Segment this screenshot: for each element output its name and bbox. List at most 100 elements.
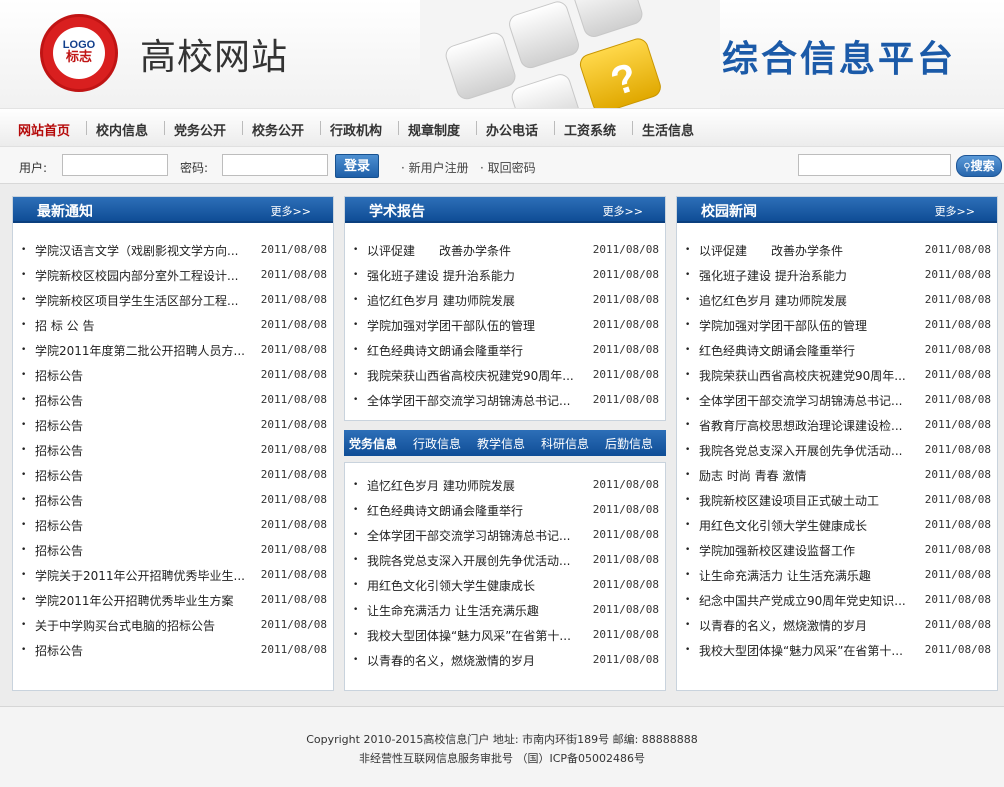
logo[interactable]: LOGO 标志 (40, 14, 118, 92)
nav-item-regulations[interactable]: 规章制度 (408, 120, 460, 139)
list-item[interactable]: • 强化班子建设 提升治系能力 2011/08/08 (677, 262, 997, 287)
list-item[interactable]: • 学院加强对学团干部队伍的管理 2011/08/08 (677, 312, 997, 337)
list-item[interactable]: • 我院荣获山西省高校庆祝建党90周年... 2011/08/08 (677, 362, 997, 387)
list-item[interactable]: • 追忆红色岁月 建功师院发展 2011/08/08 (345, 287, 665, 312)
list-item[interactable]: • 学院关于2011年公开招聘优秀毕业生... 2011/08/08 (13, 562, 333, 587)
list-item[interactable]: • 全体学团干部交流学习胡锦涛总书记... 2011/08/08 (677, 387, 997, 412)
list-item[interactable]: • 招标公告 2011/08/08 (13, 462, 333, 487)
list-item[interactable]: • 追忆红色岁月 建功师院发展 2011/08/08 (677, 287, 997, 312)
list-item-title[interactable]: 用红色文化引领大学生健康成长 (367, 577, 577, 594)
list-item-title[interactable]: 我校大型团体操“魅力风采”在省第十... (699, 642, 909, 659)
list-item[interactable]: • 让生命充满活力 让生活充满乐趣 2011/08/08 (677, 562, 997, 587)
list-item-title[interactable]: 以青春的名义，燃烧激情的岁月 (699, 617, 909, 634)
list-item[interactable]: • 招标公告 2011/08/08 (13, 487, 333, 512)
list-item-title[interactable]: 我校大型团体操“魅力风采”在省第十... (367, 627, 577, 644)
list-item[interactable]: • 关于中学购买台式电脑的招标公告 2011/08/08 (13, 612, 333, 637)
panel-campus-news-more-link[interactable]: 更多>> (935, 203, 975, 219)
list-item[interactable]: • 招标公告 2011/08/08 (13, 387, 333, 412)
login-button[interactable]: 登录 (335, 154, 379, 178)
list-item[interactable]: • 全体学团干部交流学习胡锦涛总书记... 2011/08/08 (345, 522, 665, 547)
list-item[interactable]: • 招标公告 2011/08/08 (13, 362, 333, 387)
list-item-title[interactable]: 红色经典诗文朗诵会隆重举行 (699, 342, 909, 359)
list-item[interactable]: • 红色经典诗文朗诵会隆重举行 2011/08/08 (345, 337, 665, 362)
tab-logistics-info[interactable]: 后勤信息 (605, 435, 653, 452)
list-item-title[interactable]: 招标公告 (35, 492, 245, 509)
list-item[interactable]: • 学院新校区项目学生生活区部分工程... 2011/08/08 (13, 287, 333, 312)
list-item[interactable]: • 我院各党总支深入开展创先争优活动... 2011/08/08 (345, 547, 665, 572)
list-item-title[interactable]: 以评促建 改善办学条件 (699, 242, 909, 259)
panel-notices-more-link[interactable]: 更多>> (271, 203, 311, 219)
list-item-title[interactable]: 招标公告 (35, 392, 245, 409)
username-input[interactable] (62, 154, 168, 176)
tab-teaching-info[interactable]: 教学信息 (477, 435, 525, 452)
list-item-title[interactable]: 我院荣获山西省高校庆祝建党90周年... (367, 367, 577, 384)
list-item[interactable]: • 以青春的名义，燃烧激情的岁月 2011/08/08 (677, 612, 997, 637)
list-item[interactable]: • 招标公告 2011/08/08 (13, 512, 333, 537)
nav-item-salary-system[interactable]: 工资系统 (564, 120, 616, 139)
list-item[interactable]: • 励志 时尚 青春 激情 2011/08/08 (677, 462, 997, 487)
list-item[interactable]: • 招标公告 2011/08/08 (13, 412, 333, 437)
list-item-title[interactable]: 红色经典诗文朗诵会隆重举行 (367, 342, 577, 359)
register-link[interactable]: · 新用户注册 (401, 159, 469, 176)
list-item-title[interactable]: 红色经典诗文朗诵会隆重举行 (367, 502, 577, 519)
list-item-title[interactable]: 让生命充满活力 让生活充满乐趣 (699, 567, 909, 584)
list-item-title[interactable]: 学院新校区项目学生生活区部分工程... (35, 292, 245, 309)
list-item-title[interactable]: 我院各党总支深入开展创先争优活动... (699, 442, 909, 459)
list-item-title[interactable]: 追忆红色岁月 建功师院发展 (367, 477, 577, 494)
list-item-title[interactable]: 强化班子建设 提升治系能力 (367, 267, 577, 284)
list-item-title[interactable]: 全体学团干部交流学习胡锦涛总书记... (699, 392, 909, 409)
list-item-title[interactable]: 全体学团干部交流学习胡锦涛总书记... (367, 527, 577, 544)
list-item[interactable]: • 以青春的名义，燃烧激情的岁月 2011/08/08 (345, 647, 665, 672)
list-item-title[interactable]: 追忆红色岁月 建功师院发展 (367, 292, 577, 309)
list-item[interactable]: • 招标公告 2011/08/08 (13, 437, 333, 462)
list-item[interactable]: • 学院加强新校区建设监督工作 2011/08/08 (677, 537, 997, 562)
list-item-title[interactable]: 招标公告 (35, 367, 245, 384)
list-item-title[interactable]: 招标公告 (35, 467, 245, 484)
list-item-title[interactable]: 强化班子建设 提升治系能力 (699, 267, 909, 284)
list-item-title[interactable]: 关于中学购买台式电脑的招标公告 (35, 617, 245, 634)
list-item[interactable]: • 我院荣获山西省高校庆祝建党90周年... 2011/08/08 (345, 362, 665, 387)
list-item-title[interactable]: 学院关于2011年公开招聘优秀毕业生... (35, 567, 245, 584)
list-item[interactable]: • 红色经典诗文朗诵会隆重举行 2011/08/08 (345, 497, 665, 522)
list-item[interactable]: • 用红色文化引领大学生健康成长 2011/08/08 (677, 512, 997, 537)
list-item-title[interactable]: 我院荣获山西省高校庆祝建党90周年... (699, 367, 909, 384)
list-item-title[interactable]: 学院加强对学团干部队伍的管理 (367, 317, 577, 334)
list-item[interactable]: • 学院汉语言文学（戏剧影视文学方向... 2011/08/08 (13, 237, 333, 262)
list-item-title[interactable]: 我院各党总支深入开展创先争优活动... (367, 552, 577, 569)
list-item[interactable]: • 以评促建 改善办学条件 2011/08/08 (677, 237, 997, 262)
list-item-title[interactable]: 招 标 公 告 (35, 317, 245, 334)
list-item[interactable]: • 招标公告 2011/08/08 (13, 637, 333, 662)
list-item-title[interactable]: 以青春的名义，燃烧激情的岁月 (367, 652, 577, 669)
list-item-title[interactable]: 学院汉语言文学（戏剧影视文学方向... (35, 242, 245, 259)
list-item-title[interactable]: 招标公告 (35, 417, 245, 434)
list-item-title[interactable]: 省教育厅高校思想政治理论课建设检... (699, 417, 909, 434)
list-item[interactable]: • 红色经典诗文朗诵会隆重举行 2011/08/08 (677, 337, 997, 362)
tab-research-info[interactable]: 科研信息 (541, 435, 589, 452)
list-item[interactable]: • 纪念中国共产党成立90周年党史知识... 2011/08/08 (677, 587, 997, 612)
panel-academic-more-link[interactable]: 更多>> (603, 203, 643, 219)
list-item[interactable]: • 追忆红色岁月 建功师院发展 2011/08/08 (345, 472, 665, 497)
list-item-title[interactable]: 用红色文化引领大学生健康成长 (699, 517, 909, 534)
recover-password-link[interactable]: · 取回密码 (480, 159, 536, 176)
list-item-title[interactable]: 让生命充满活力 让生活充满乐趣 (367, 602, 577, 619)
list-item[interactable]: • 省教育厅高校思想政治理论课建设检... 2011/08/08 (677, 412, 997, 437)
nav-item-office-phone[interactable]: 办公电话 (486, 120, 538, 139)
list-item-title[interactable]: 招标公告 (35, 442, 245, 459)
list-item[interactable]: • 我校大型团体操“魅力风采”在省第十... 2011/08/08 (345, 622, 665, 647)
list-item-title[interactable]: 学院加强对学团干部队伍的管理 (699, 317, 909, 334)
nav-item-campus-info[interactable]: 校内信息 (96, 120, 148, 139)
search-button[interactable]: ⚲搜索 (956, 155, 1002, 177)
nav-item-home[interactable]: 网站首页 (18, 120, 70, 139)
search-input[interactable] (798, 154, 951, 176)
list-item-title[interactable]: 励志 时尚 青春 激情 (699, 467, 909, 484)
tab-party-info[interactable]: 党务信息 (349, 435, 397, 452)
list-item[interactable]: • 我校大型团体操“魅力风采”在省第十... 2011/08/08 (677, 637, 997, 662)
list-item-title[interactable]: 学院2011年公开招聘优秀毕业生方案 (35, 592, 245, 609)
list-item[interactable]: • 我院各党总支深入开展创先争优活动... 2011/08/08 (677, 437, 997, 462)
list-item[interactable]: • 我院新校区建设项目正式破土动工 2011/08/08 (677, 487, 997, 512)
list-item[interactable]: • 学院新校区校园内部分室外工程设计... 2011/08/08 (13, 262, 333, 287)
list-item-title[interactable]: 学院新校区校园内部分室外工程设计... (35, 267, 245, 284)
list-item[interactable]: • 招 标 公 告 2011/08/08 (13, 312, 333, 337)
password-input[interactable] (222, 154, 328, 176)
list-item-title[interactable]: 招标公告 (35, 517, 245, 534)
